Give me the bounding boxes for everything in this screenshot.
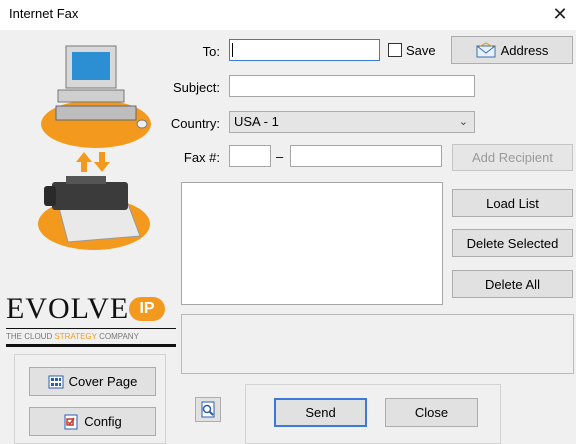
- cover-page-label: Cover Page: [68, 374, 138, 389]
- send-button[interactable]: Send: [274, 398, 367, 427]
- country-select-value: USA - 1: [234, 114, 279, 129]
- logo-ip-badge: IP: [129, 297, 165, 321]
- delete-selected-label: Delete Selected: [466, 235, 559, 251]
- to-input[interactable]: [229, 39, 380, 61]
- save-label[interactable]: Save: [406, 43, 436, 58]
- to-label: To:: [202, 44, 220, 59]
- add-recipient-label: Add Recipient: [472, 150, 553, 165]
- envelope-icon: [476, 42, 496, 58]
- evolve-ip-logo: EVOLVE IP THE CLOUD STRATEGY COMPANY: [6, 288, 176, 348]
- delete-all-label: Delete All: [485, 276, 540, 292]
- load-list-button[interactable]: Load List: [452, 189, 573, 217]
- country-label: Country:: [170, 116, 220, 131]
- save-checkbox[interactable]: [388, 43, 402, 57]
- config-button[interactable]: Config: [29, 407, 156, 436]
- magnify-page-icon: [201, 401, 215, 417]
- logo-bottom-bar: [6, 344, 176, 347]
- transfer-arrows-icon: [76, 152, 110, 172]
- logo-divider: [6, 328, 176, 329]
- logo-tagline: THE CLOUD STRATEGY COMPANY: [6, 332, 139, 341]
- fax-machine-icon: [38, 176, 150, 250]
- subject-label: Subject:: [173, 80, 220, 95]
- internet-fax-window: Internet Fax ✕ EVOLVE IP THE CLOUD STRAT…: [0, 0, 576, 444]
- logo-tagline-strategy: STRATEGY: [54, 332, 97, 341]
- chevron-down-icon: ⌄: [458, 116, 468, 128]
- fax-area-code-input[interactable]: [229, 145, 271, 167]
- close-button[interactable]: Close: [385, 398, 478, 427]
- address-button-label: Address: [500, 42, 549, 58]
- logo-brand: EVOLVE: [6, 292, 130, 325]
- close-icon[interactable]: ✕: [548, 3, 572, 25]
- country-select[interactable]: USA - 1 ⌄: [229, 111, 475, 133]
- text-caret: [232, 43, 233, 57]
- address-button[interactable]: Address: [451, 36, 573, 64]
- add-recipient-button[interactable]: Add Recipient: [452, 144, 573, 171]
- computer-icon: [41, 45, 151, 148]
- fax-form: EVOLVE IP THE CLOUD STRATEGY COMPANY To:…: [0, 30, 576, 444]
- recipient-list[interactable]: [181, 182, 443, 305]
- config-label: Config: [84, 414, 122, 429]
- fax-illustration: [38, 45, 151, 250]
- title-bar: Internet Fax ✕: [0, 0, 576, 30]
- load-list-label: Load List: [486, 195, 539, 211]
- preview-button[interactable]: [195, 397, 221, 422]
- logo-tagline-post: COMPANY: [96, 332, 139, 341]
- subject-input[interactable]: [229, 75, 475, 97]
- grid-page-icon: [48, 375, 64, 388]
- fax-number-input[interactable]: [290, 145, 442, 167]
- delete-all-button[interactable]: Delete All: [452, 270, 573, 298]
- logo-tagline-pre: THE CLOUD: [6, 332, 55, 341]
- fax-label: Fax #:: [183, 150, 220, 165]
- cover-page-button[interactable]: Cover Page: [29, 367, 156, 396]
- window-title: Internet Fax: [9, 6, 79, 21]
- config-document-icon: [64, 414, 78, 429]
- status-panel: [181, 314, 574, 374]
- send-button-label: Send: [305, 405, 336, 420]
- delete-selected-button[interactable]: Delete Selected: [452, 229, 573, 257]
- close-button-label: Close: [414, 405, 449, 420]
- fax-separator: –: [276, 149, 284, 164]
